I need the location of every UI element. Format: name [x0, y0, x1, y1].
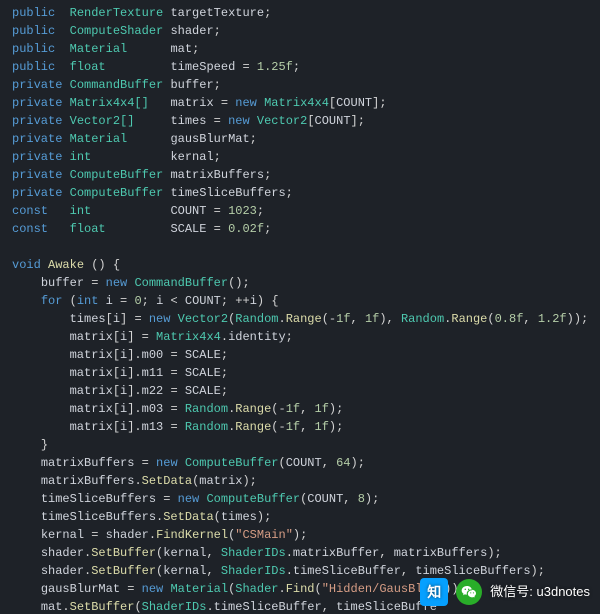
stmt: matrixBuffers.SetData(matrix); [12, 472, 588, 490]
loop-stmt: matrix[i].m11 = SCALE; [12, 364, 588, 382]
stmt: shader.SetBuffer(kernal, ShaderIDs.matri… [12, 544, 588, 562]
for-head: for (int i = 0; i < COUNT; ++i) { [12, 292, 588, 310]
decl-line: private Vector2[] times = new Vector2[CO… [12, 112, 588, 130]
wechat-icon [456, 579, 482, 605]
loop-stmt: matrix[i] = Matrix4x4.identity; [12, 328, 588, 346]
code-content: public RenderTexture targetTexture;publi… [12, 4, 588, 614]
code-editor: public RenderTexture targetTexture;publi… [0, 0, 600, 614]
loop-stmt: matrix[i].m03 = Random.Range(-1f, 1f); [12, 400, 588, 418]
for-close: } [12, 436, 588, 454]
decl-line: private int kernal; [12, 148, 588, 166]
decl-line: public Material mat; [12, 40, 588, 58]
fn-sig: void Awake () { [12, 256, 588, 274]
stmt: matrixBuffers = new ComputeBuffer(COUNT,… [12, 454, 588, 472]
stmt: timeSliceBuffers = new ComputeBuffer(COU… [12, 490, 588, 508]
loop-stmt: times[i] = new Vector2(Random.Range(-1f,… [12, 310, 588, 328]
watermark: 知 微信号: u3dnotes [420, 578, 590, 606]
decl-line: private ComputeBuffer timeSliceBuffers; [12, 184, 588, 202]
decl-line: const float SCALE = 0.02f; [12, 220, 588, 238]
loop-stmt: matrix[i].m13 = Random.Range(-1f, 1f); [12, 418, 588, 436]
loop-stmt: matrix[i].m00 = SCALE; [12, 346, 588, 364]
decl-line: private CommandBuffer buffer; [12, 76, 588, 94]
decl-line: private Matrix4x4[] matrix = new Matrix4… [12, 94, 588, 112]
decl-line: const int COUNT = 1023; [12, 202, 588, 220]
stmt: buffer = new CommandBuffer(); [12, 274, 588, 292]
zhihu-icon: 知 [420, 578, 448, 606]
decl-line: private ComputeBuffer matrixBuffers; [12, 166, 588, 184]
decl-line: public float timeSpeed = 1.25f; [12, 58, 588, 76]
stmt: timeSliceBuffers.SetData(times); [12, 508, 588, 526]
decl-line: private Material gausBlurMat; [12, 130, 588, 148]
wechat-label: 微信号: u3dnotes [490, 583, 590, 601]
decl-line: public RenderTexture targetTexture; [12, 4, 588, 22]
loop-stmt: matrix[i].m22 = SCALE; [12, 382, 588, 400]
stmt: kernal = shader.FindKernel("CSMain"); [12, 526, 588, 544]
decl-line: public ComputeShader shader; [12, 22, 588, 40]
